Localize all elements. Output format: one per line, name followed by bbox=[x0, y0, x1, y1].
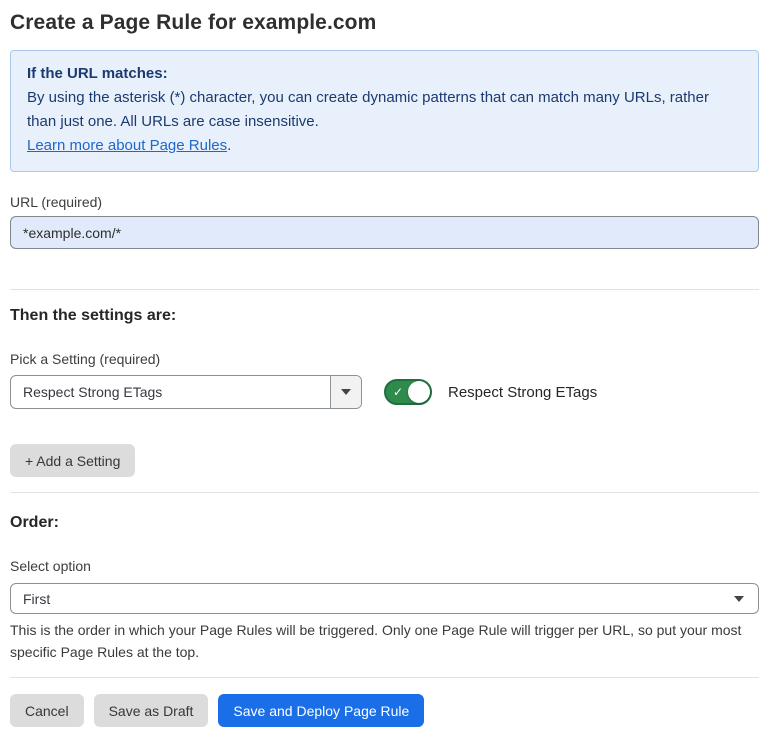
chevron-down-icon bbox=[341, 389, 351, 395]
setting-select[interactable]: Respect Strong ETags bbox=[10, 375, 362, 409]
toggle-check-icon: ✓ bbox=[393, 386, 403, 398]
order-help-text: This is the order in which your Page Rul… bbox=[10, 619, 750, 663]
divider bbox=[10, 289, 759, 290]
save-and-deploy-button[interactable]: Save and Deploy Page Rule bbox=[218, 694, 424, 727]
url-input[interactable] bbox=[10, 216, 759, 249]
divider bbox=[10, 677, 759, 678]
page-title: Create a Page Rule for example.com bbox=[10, 11, 759, 35]
info-link-suffix: . bbox=[227, 137, 231, 154]
url-match-info-callout: If the URL matches: By using the asteris… bbox=[10, 50, 759, 172]
info-link-line: Learn more about Page Rules. bbox=[27, 134, 742, 158]
settings-section-heading: Then the settings are: bbox=[10, 306, 759, 326]
setting-row: Respect Strong ETags ✓ Respect Strong ET… bbox=[10, 375, 759, 409]
order-select[interactable]: First bbox=[10, 583, 759, 614]
add-setting-button[interactable]: + Add a Setting bbox=[10, 444, 135, 477]
footer-actions: Cancel Save as Draft Save and Deploy Pag… bbox=[10, 694, 759, 727]
order-select-value: First bbox=[11, 591, 734, 607]
order-section-heading: Order: bbox=[10, 513, 759, 533]
save-as-draft-button[interactable]: Save as Draft bbox=[94, 694, 209, 727]
chevron-down-icon bbox=[734, 596, 744, 602]
setting-toggle-group: ✓ Respect Strong ETags bbox=[384, 379, 597, 405]
respect-strong-etags-toggle[interactable]: ✓ bbox=[384, 379, 432, 405]
divider bbox=[10, 492, 759, 493]
toggle-knob bbox=[408, 381, 430, 403]
info-body-text: By using the asterisk (*) character, you… bbox=[27, 86, 742, 134]
learn-more-link[interactable]: Learn more about Page Rules bbox=[27, 137, 227, 154]
setting-select-chevron-button[interactable] bbox=[330, 376, 361, 408]
toggle-label: Respect Strong ETags bbox=[448, 384, 597, 401]
setting-picker-label: Pick a Setting (required) bbox=[10, 350, 759, 368]
url-field-label: URL (required) bbox=[10, 193, 759, 211]
setting-select-value: Respect Strong ETags bbox=[11, 384, 330, 400]
info-heading: If the URL matches: bbox=[27, 62, 742, 86]
order-select-label: Select option bbox=[10, 557, 759, 575]
cancel-button[interactable]: Cancel bbox=[10, 694, 84, 727]
page-rule-form: Create a Page Rule for example.com If th… bbox=[0, 11, 769, 727]
